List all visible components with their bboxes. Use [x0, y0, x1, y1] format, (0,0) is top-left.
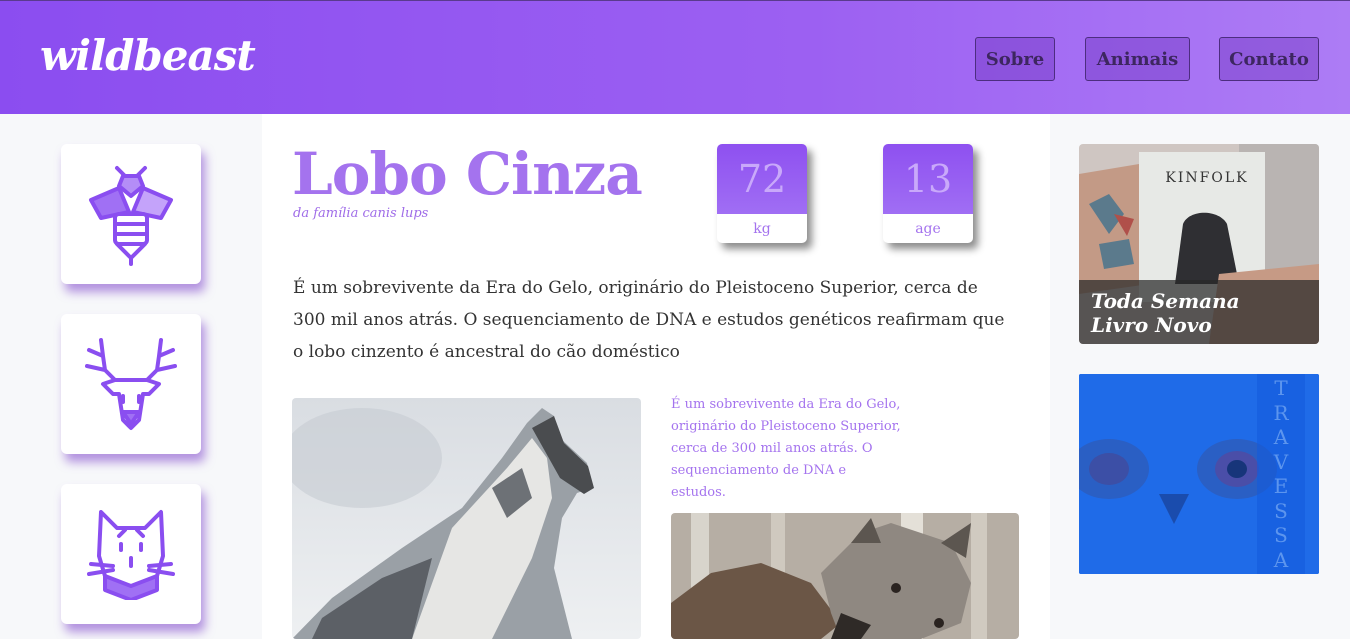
travessa-ad[interactable]: T R A V E S S A: [1079, 374, 1319, 574]
two-wolves-image: [671, 513, 1019, 639]
book-ad[interactable]: KINFOLK Toda Semana Livro Novo: [1079, 144, 1319, 344]
site-logo[interactable]: wildbeast: [40, 31, 256, 80]
travessa-letter: A: [1273, 547, 1289, 572]
deer-icon: [85, 338, 177, 430]
animal-title: Lobo Cinza: [292, 140, 643, 208]
travessa-letter: V: [1273, 449, 1289, 474]
cat-card[interactable]: [61, 484, 201, 624]
side-note-text: É um sobrevivente da Era do Gelo, origin…: [671, 397, 901, 500]
age-value: 13: [883, 144, 973, 214]
site-header: wildbeast Sobre Animais Contato: [0, 0, 1350, 114]
age-unit: age: [915, 220, 941, 237]
weight-stat: 72 kg: [717, 144, 807, 243]
nav-sobre-button[interactable]: Sobre: [975, 37, 1055, 81]
cat-icon: [87, 510, 175, 600]
book-ad-caption-line1: Toda Semana: [1091, 289, 1240, 313]
bee-icon: [89, 166, 173, 266]
weight-value: 72: [717, 144, 807, 214]
book-ad-caption-line2: Livro Novo: [1091, 313, 1212, 337]
weight-unit: kg: [753, 220, 771, 237]
travessa-letter: T: [1274, 376, 1288, 401]
bee-card[interactable]: [61, 144, 201, 284]
animal-family: da família canis lups: [293, 206, 429, 221]
travessa-letter: S: [1274, 498, 1288, 523]
nav-contato-button[interactable]: Contato: [1219, 37, 1319, 81]
animal-description: É um sobrevivente da Era do Gelo, origin…: [293, 278, 1005, 362]
nav-animais-button[interactable]: Animais: [1085, 37, 1190, 81]
howling-wolf-image: [292, 398, 641, 639]
travessa-word: T R A V E S S A: [1257, 374, 1305, 574]
travessa-letter: E: [1273, 474, 1289, 499]
travessa-letter: R: [1273, 400, 1289, 425]
book-ad-caption: Toda Semana Livro Novo: [1079, 280, 1319, 344]
deer-card[interactable]: [61, 314, 201, 454]
travessa-letter: S: [1274, 523, 1288, 548]
travessa-letter: A: [1273, 425, 1289, 450]
kinfolk-brand: KINFOLK: [1165, 170, 1249, 186]
age-stat: 13 age: [883, 144, 973, 243]
